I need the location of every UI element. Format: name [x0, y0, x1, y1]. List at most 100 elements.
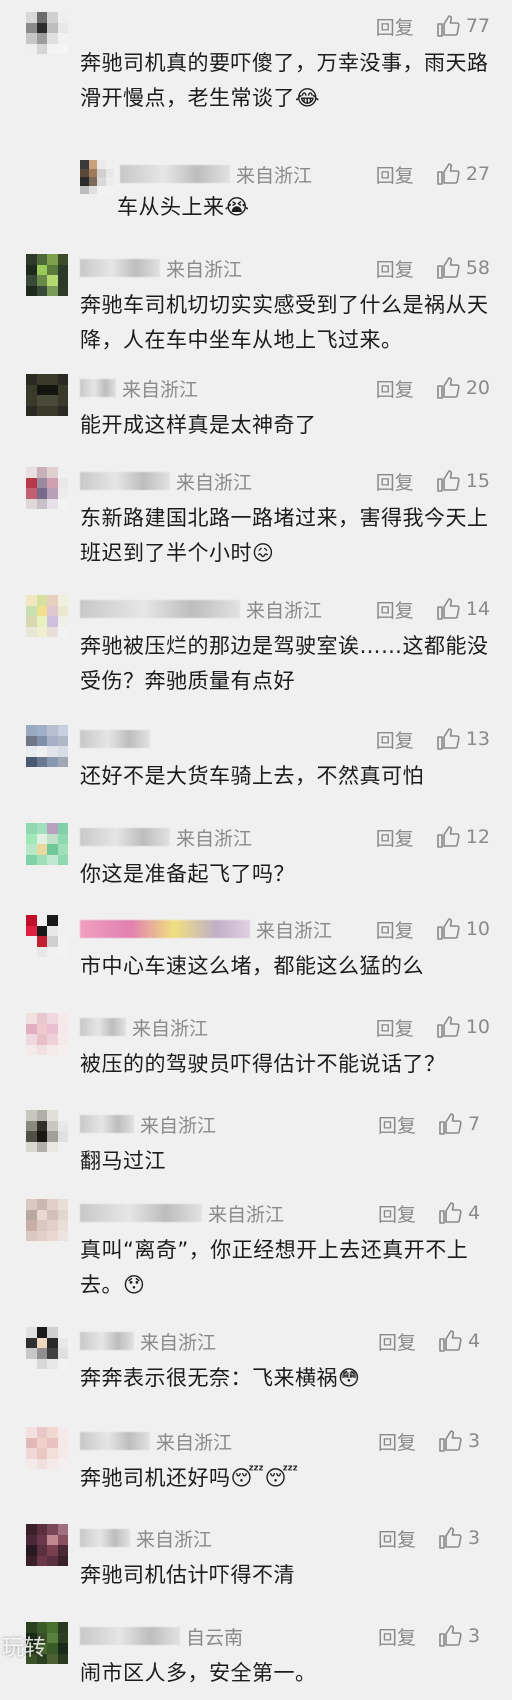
like-button[interactable]: 3: [438, 1429, 490, 1453]
reply-button[interactable]: 回复: [376, 13, 414, 40]
avatar[interactable]: [26, 12, 68, 54]
like-button[interactable]: 15: [436, 469, 490, 493]
avatar[interactable]: [26, 1110, 68, 1152]
avatar-pixel: [36, 467, 47, 478]
reply-button[interactable]: 回复: [376, 596, 414, 623]
watermark: 玩转: [2, 1636, 47, 1661]
avatar[interactable]: [26, 1199, 68, 1241]
like-button[interactable]: 3: [438, 1624, 490, 1648]
avatar-pixel: [36, 1199, 47, 1210]
comment-meta: 来自浙江: [80, 1199, 284, 1227]
comment-meta: 来自浙江: [80, 1427, 232, 1455]
avatar-pixel: [47, 1044, 58, 1055]
avatar-pixel: [47, 1220, 58, 1231]
reply-button[interactable]: 回复: [378, 1623, 416, 1650]
avatar-pixel: [36, 1141, 47, 1152]
avatar[interactable]: [26, 374, 68, 416]
avatar[interactable]: [26, 823, 68, 865]
reply-button[interactable]: 回复: [376, 916, 414, 943]
like-button[interactable]: 10: [436, 1015, 490, 1039]
reply-button[interactable]: 回复: [378, 1200, 416, 1227]
thumbs-up-icon: [437, 826, 460, 848]
comment-actions: 回复 10: [376, 915, 490, 943]
like-button[interactable]: 20: [436, 376, 490, 400]
thumbs-up-icon: [439, 1202, 462, 1224]
avatar-pixel: [26, 264, 37, 275]
comment-text: 被压的的驾驶员吓得估计不能说话了？: [80, 1052, 446, 1076]
reply-button[interactable]: 回复: [378, 1111, 416, 1138]
avatar-pixel: [57, 735, 68, 746]
like-button[interactable]: 4: [438, 1201, 490, 1225]
avatar[interactable]: [26, 1524, 68, 1566]
like-button[interactable]: 77: [436, 14, 490, 38]
like-button[interactable]: 27: [436, 162, 490, 186]
avatar-pixel: [36, 626, 47, 637]
avatar-pixel: [36, 395, 47, 406]
comment-text: 东新路建国北路一路堵过来，害得我今天上班迟到了半个小时😖: [80, 506, 489, 565]
avatar-pixel: [26, 477, 37, 488]
avatar-pixel: [105, 177, 114, 186]
like-count: 13: [465, 728, 490, 750]
avatar-pixel: [26, 616, 37, 627]
reply-button[interactable]: 回复: [376, 824, 414, 851]
avatar-pixel: [26, 1013, 37, 1024]
thumbs-up-icon: [439, 1527, 462, 1549]
avatar-pixel: [47, 1327, 58, 1338]
avatar-pixel: [47, 854, 58, 865]
like-button[interactable]: 12: [436, 825, 490, 849]
reply-button[interactable]: 回复: [376, 726, 414, 753]
avatar-pixel: [36, 946, 47, 957]
blurred-username: [80, 730, 150, 748]
avatar-pixel: [36, 915, 47, 926]
avatar-pixel: [26, 285, 37, 296]
like-button[interactable]: 7: [438, 1112, 490, 1136]
blurred-username: [80, 1627, 180, 1645]
reply-button[interactable]: 回复: [376, 1014, 414, 1041]
like-button[interactable]: 3: [438, 1526, 490, 1550]
like-button[interactable]: 4: [438, 1329, 490, 1353]
avatar-pixel: [57, 595, 68, 606]
avatar-pixel: [26, 1023, 37, 1034]
avatar[interactable]: [26, 1427, 68, 1469]
avatar[interactable]: [26, 1327, 68, 1369]
avatar-pixel: [36, 854, 47, 865]
avatar-pixel: [97, 185, 106, 194]
avatar-pixel: [36, 735, 47, 746]
reply-button[interactable]: 回复: [378, 1328, 416, 1355]
avatar-pixel: [26, 405, 37, 416]
reply-button[interactable]: 回复: [378, 1525, 416, 1552]
avatar-pixel: [36, 1534, 47, 1545]
reply-button[interactable]: 回复: [376, 255, 414, 282]
avatar-pixel: [57, 626, 68, 637]
avatar-pixel: [57, 1545, 68, 1556]
avatar-pixel: [57, 756, 68, 767]
like-button[interactable]: 58: [436, 256, 490, 280]
avatar[interactable]: [26, 725, 68, 767]
reply-button[interactable]: 回复: [376, 468, 414, 495]
blurred-username: [80, 1529, 130, 1547]
avatar-pixel: [47, 384, 58, 395]
avatar[interactable]: [80, 160, 114, 194]
avatar-pixel: [36, 1044, 47, 1055]
blurred-username: [80, 472, 170, 490]
avatar[interactable]: [26, 1013, 68, 1055]
like-button[interactable]: 14: [436, 597, 490, 621]
reply-button[interactable]: 回复: [376, 161, 414, 188]
avatar-pixel: [36, 833, 47, 844]
avatar-pixel: [26, 844, 37, 855]
reply-button[interactable]: 回复: [376, 375, 414, 402]
avatar-pixel: [57, 1327, 68, 1338]
avatar-pixel: [80, 177, 89, 186]
avatar[interactable]: [26, 254, 68, 296]
avatar-pixel: [57, 12, 68, 23]
like-button[interactable]: 13: [436, 727, 490, 751]
avatar[interactable]: [26, 915, 68, 957]
avatar[interactable]: [26, 595, 68, 637]
avatar[interactable]: [26, 467, 68, 509]
reply-button[interactable]: 回复: [378, 1428, 416, 1455]
like-button[interactable]: 10: [436, 917, 490, 941]
avatar-pixel: [57, 43, 68, 54]
comment-actions: 回复 10: [376, 1013, 490, 1041]
comment-meta: 来自浙江: [80, 467, 252, 495]
avatar-pixel: [47, 1622, 58, 1633]
